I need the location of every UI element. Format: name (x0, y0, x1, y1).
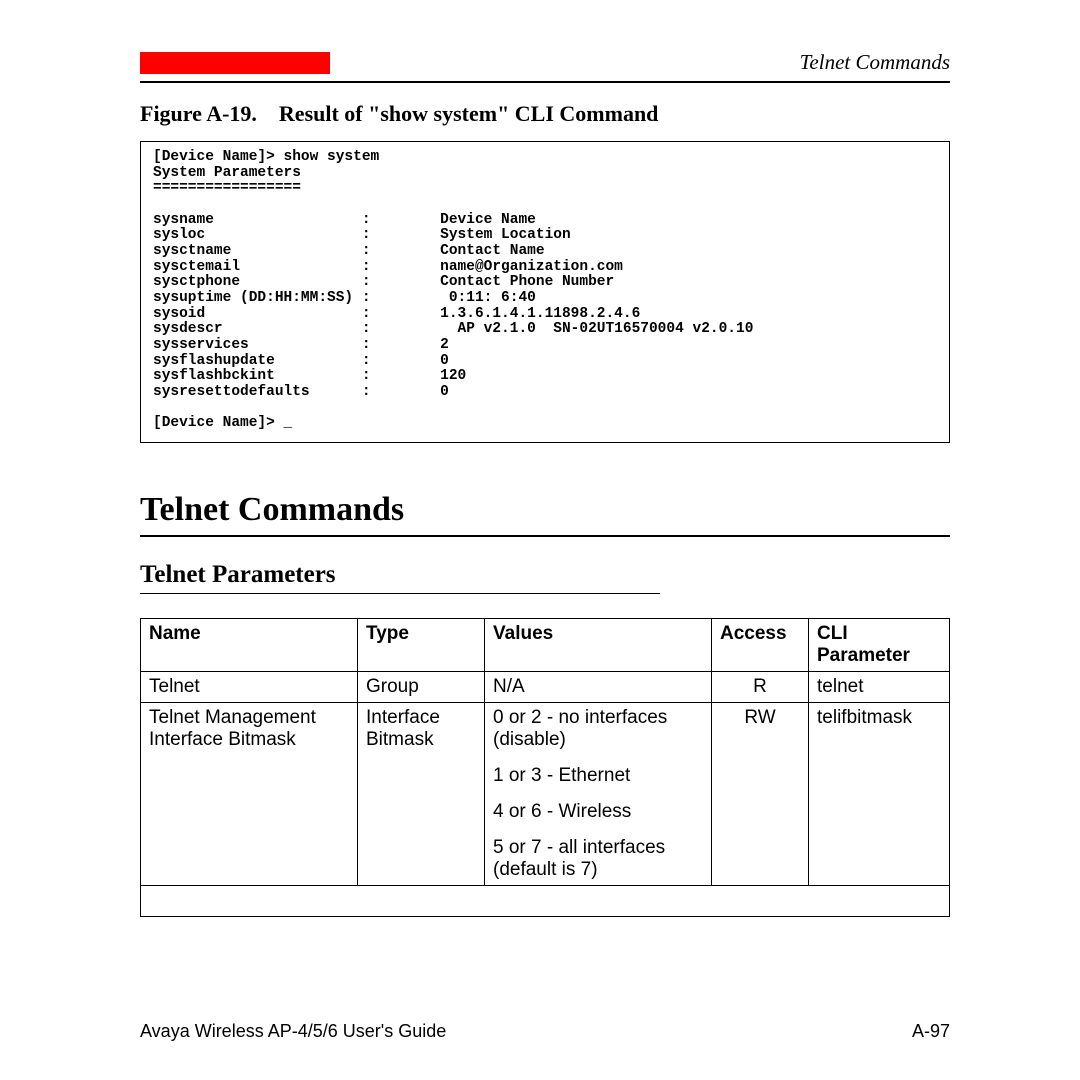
footer-right: A-97 (912, 1021, 950, 1042)
page-footer: Avaya Wireless AP-4/5/6 User's Guide A-9… (140, 1021, 950, 1042)
col-name: Name (141, 618, 358, 671)
cell-name: Telnet Management Interface Bitmask (141, 702, 358, 885)
cell-name: Telnet (141, 671, 358, 702)
col-type: Type (358, 618, 485, 671)
figure-title: Result of "show system" CLI Command (279, 101, 659, 126)
footer-left: Avaya Wireless AP-4/5/6 User's Guide (140, 1021, 446, 1042)
table-row: TelnetGroupN/ARtelnet (141, 671, 950, 702)
cell-values: N/A (485, 671, 712, 702)
page: Telnet Commands Figure A-19. Result of "… (0, 0, 1080, 1080)
cell-type: Interface Bitmask (358, 702, 485, 885)
section-rule (140, 535, 950, 537)
col-cli: CLI Parameter (809, 618, 950, 671)
figure-caption: Figure A-19. Result of "show system" CLI… (140, 101, 950, 127)
table-spacer-row (141, 885, 950, 916)
figure-label: Figure A-19. (140, 101, 257, 126)
col-access: Access (712, 618, 809, 671)
terminal-output: [Device Name]> show system System Parame… (140, 141, 950, 443)
cell-cli: telnet (809, 671, 950, 702)
section-title: Telnet Commands (140, 491, 950, 529)
header-bar: Telnet Commands (140, 50, 950, 83)
cell-access: RW (712, 702, 809, 885)
cell-values: 0 or 2 - no interfaces (disable)1 or 3 -… (485, 702, 712, 885)
subsection-title: Telnet Parameters (140, 561, 950, 589)
cell-cli: telifbitmask (809, 702, 950, 885)
red-accent-block (140, 52, 330, 74)
col-values: Values (485, 618, 712, 671)
header-title: Telnet Commands (800, 50, 950, 75)
subsection-rule (140, 593, 660, 594)
table-header-row: Name Type Values Access CLI Parameter (141, 618, 950, 671)
cell-type: Group (358, 671, 485, 702)
table-row: Telnet Management Interface BitmaskInter… (141, 702, 950, 885)
parameters-table: Name Type Values Access CLI Parameter Te… (140, 618, 950, 917)
cell-access: R (712, 671, 809, 702)
